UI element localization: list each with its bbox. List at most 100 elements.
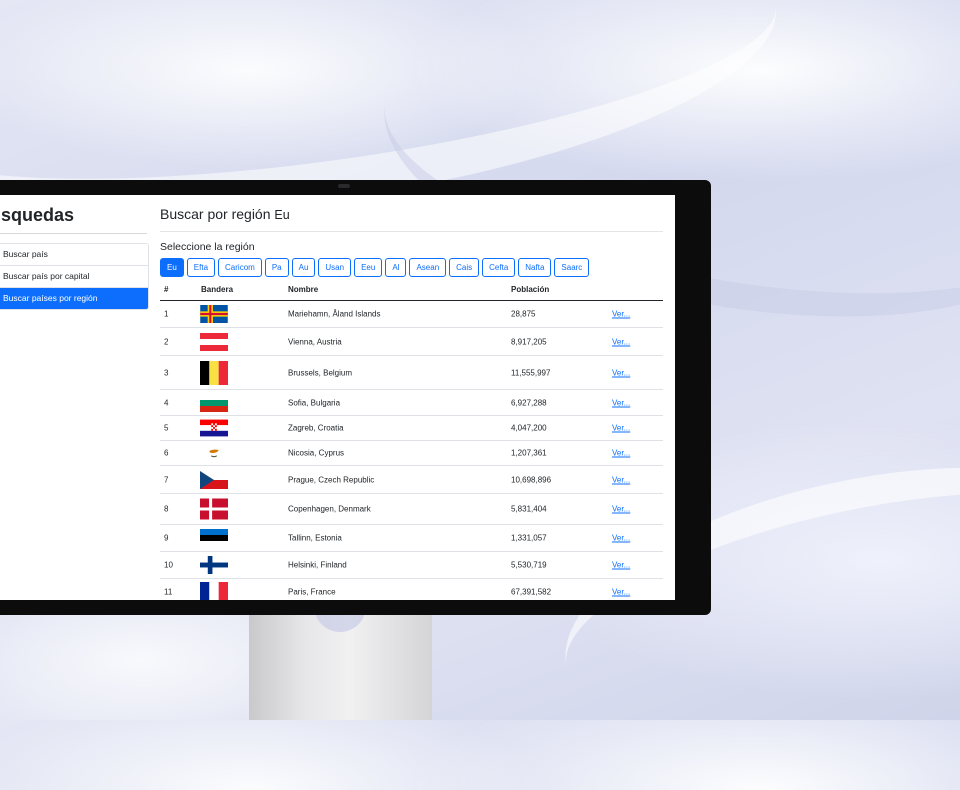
table-header: # Bandera Nombre Población [160, 283, 663, 301]
title-divider [160, 231, 663, 232]
header-population: Población [511, 285, 550, 294]
region-button-efta[interactable]: Efta [186, 258, 216, 277]
region-button-nafta[interactable]: Nafta [518, 258, 552, 277]
row-population: 28,875 [511, 309, 536, 319]
region-button-usan[interactable]: Usan [318, 258, 352, 277]
row-number: 6 [164, 448, 169, 458]
sidebar-menu: Buscar país Buscar país por capital Busc… [0, 243, 149, 310]
belgium-flag-icon [200, 360, 228, 385]
view-details-link[interactable]: Ver... [612, 368, 630, 377]
row-population: 67,391,582 [511, 587, 552, 597]
row-number: 7 [164, 475, 169, 484]
row-number: 8 [164, 504, 169, 514]
page-title-text: Buscar por región [160, 206, 271, 222]
table-row: 6 Nicosia, Cyprus 1,207,361 Ver... [160, 441, 663, 466]
row-population: 10,698,896 [511, 475, 552, 484]
row-population: 8,917,205 [511, 337, 547, 346]
region-button-al[interactable]: Al [385, 258, 407, 277]
table-row: 4 Sofia, Bulgaria 6,927,288 Ver... [160, 390, 663, 416]
table-row: 8 Copenhagen, Denmark 5,831,404 Ver... [160, 494, 663, 525]
header-number: # [164, 285, 169, 294]
table-row: 3 Brussels, Belgium 11,555,997 Ver... [160, 356, 663, 390]
bulgaria-flag-icon [200, 393, 228, 412]
header-name: Nombre [288, 285, 319, 294]
france-flag-icon [200, 582, 228, 600]
view-details-link[interactable]: Ver... [612, 534, 630, 543]
row-name: Prague, Czech Republic [288, 475, 375, 484]
table-row: 11 Paris, France 67,391,582 Ver... [160, 579, 663, 600]
row-population: 5,831,404 [511, 504, 547, 514]
finland-flag-icon [200, 556, 228, 574]
denmark-flag-icon [200, 498, 228, 520]
region-button-group: Eu Efta Caricom Pa Au Usan Eeu Al Asean Cais Cefta… [160, 258, 590, 277]
row-number: 3 [164, 368, 169, 377]
austria-flag-icon [200, 332, 228, 351]
czech-republic-flag-icon [200, 470, 228, 489]
region-button-cais[interactable]: Cais [449, 258, 480, 277]
sidebar-item-buscar-por-region[interactable]: Buscar países por región [0, 288, 148, 309]
estonia-flag-icon [200, 529, 228, 547]
row-name: Zagreb, Croatia [288, 423, 344, 433]
screen: úsquedas Buscar país Buscar país por cap… [0, 195, 675, 600]
region-button-eeu[interactable]: Eeu [354, 258, 383, 277]
row-name: Tallinn, Estonia [288, 533, 342, 543]
row-population: 1,207,361 [511, 448, 547, 458]
monitor: úsquedas Buscar país Buscar país por cap… [0, 180, 711, 615]
view-details-link[interactable]: Ver... [612, 561, 630, 570]
region-button-eu[interactable]: Eu [160, 258, 184, 277]
cyprus-flag-icon [200, 444, 228, 462]
view-details-link[interactable]: Ver... [612, 588, 630, 597]
row-number: 4 [164, 398, 169, 407]
row-name: Paris, France [288, 587, 336, 597]
view-details-link[interactable]: Ver... [612, 337, 630, 346]
row-number: 1 [164, 309, 169, 319]
table-row: 2 Vienna, Austria 8,917,205 Ver... [160, 328, 663, 356]
row-number: 2 [164, 337, 169, 346]
page-title: Buscar por región Eu [160, 206, 290, 222]
row-name: Helsinki, Finland [288, 560, 347, 570]
view-details-link[interactable]: Ver... [612, 449, 630, 458]
table-row: 7 Prague, Czech Republic 10,698,896 Ver... [160, 466, 663, 494]
region-button-asean[interactable]: Asean [409, 258, 447, 277]
region-button-cefta[interactable]: Cefta [482, 258, 516, 277]
row-number: 9 [164, 533, 169, 543]
region-button-au[interactable]: Au [291, 258, 316, 277]
row-population: 5,530,719 [511, 560, 547, 570]
view-details-link[interactable]: Ver... [612, 475, 630, 484]
region-button-caricom[interactable]: Caricom [218, 258, 262, 277]
view-details-link[interactable]: Ver... [612, 505, 630, 514]
table-row: 1 Mariehamn, Åland Islands 28,875 Ver... [160, 301, 663, 328]
row-name: Mariehamn, Åland Islands [288, 309, 381, 319]
row-name: Nicosia, Cyprus [288, 448, 345, 458]
row-population: 4,047,200 [511, 423, 547, 433]
table-row: 9 Tallinn, Estonia 1,331,057 Ver... [160, 525, 663, 552]
row-name: Brussels, Belgium [288, 368, 353, 377]
row-number: 11 [164, 587, 173, 597]
row-number: 10 [164, 560, 173, 570]
header-flag: Bandera [201, 285, 234, 294]
view-details-link[interactable]: Ver... [612, 424, 630, 433]
table-row: 5 Zagreb, Croatia 4,047,200 Ver... [160, 416, 663, 441]
sidebar-item-buscar-por-capital[interactable]: Buscar país por capital [0, 266, 148, 288]
row-number: 5 [164, 423, 169, 433]
row-population: 6,927,288 [511, 398, 547, 407]
sidebar-title: úsquedas [0, 205, 75, 225]
row-population: 11,555,997 [511, 368, 551, 377]
croatia-flag-icon [200, 419, 228, 437]
view-details-link[interactable]: Ver... [612, 398, 630, 407]
row-name: Vienna, Austria [288, 337, 342, 346]
view-details-link[interactable]: Ver... [612, 310, 630, 319]
region-select-label: Seleccione la región [160, 241, 255, 253]
region-button-pa[interactable]: Pa [264, 258, 289, 277]
sidebar-item-buscar-pais[interactable]: Buscar país [0, 244, 148, 266]
region-button-saarc[interactable]: Saarc [554, 258, 590, 277]
row-name: Sofia, Bulgaria [288, 398, 341, 407]
table-row: 10 Helsinki, Finland 5,530,719 Ver... [160, 552, 663, 579]
page-title-region: Eu [274, 208, 290, 222]
aland-islands-flag-icon [200, 305, 228, 323]
sidebar-divider [0, 233, 147, 234]
camera-icon [338, 184, 350, 188]
row-population: 1,331,057 [511, 533, 547, 543]
table-body: 1 Mariehamn, Åland Islands 28,875 Ver... 2 Vi… [160, 301, 663, 600]
row-name: Copenhagen, Denmark [288, 504, 371, 514]
